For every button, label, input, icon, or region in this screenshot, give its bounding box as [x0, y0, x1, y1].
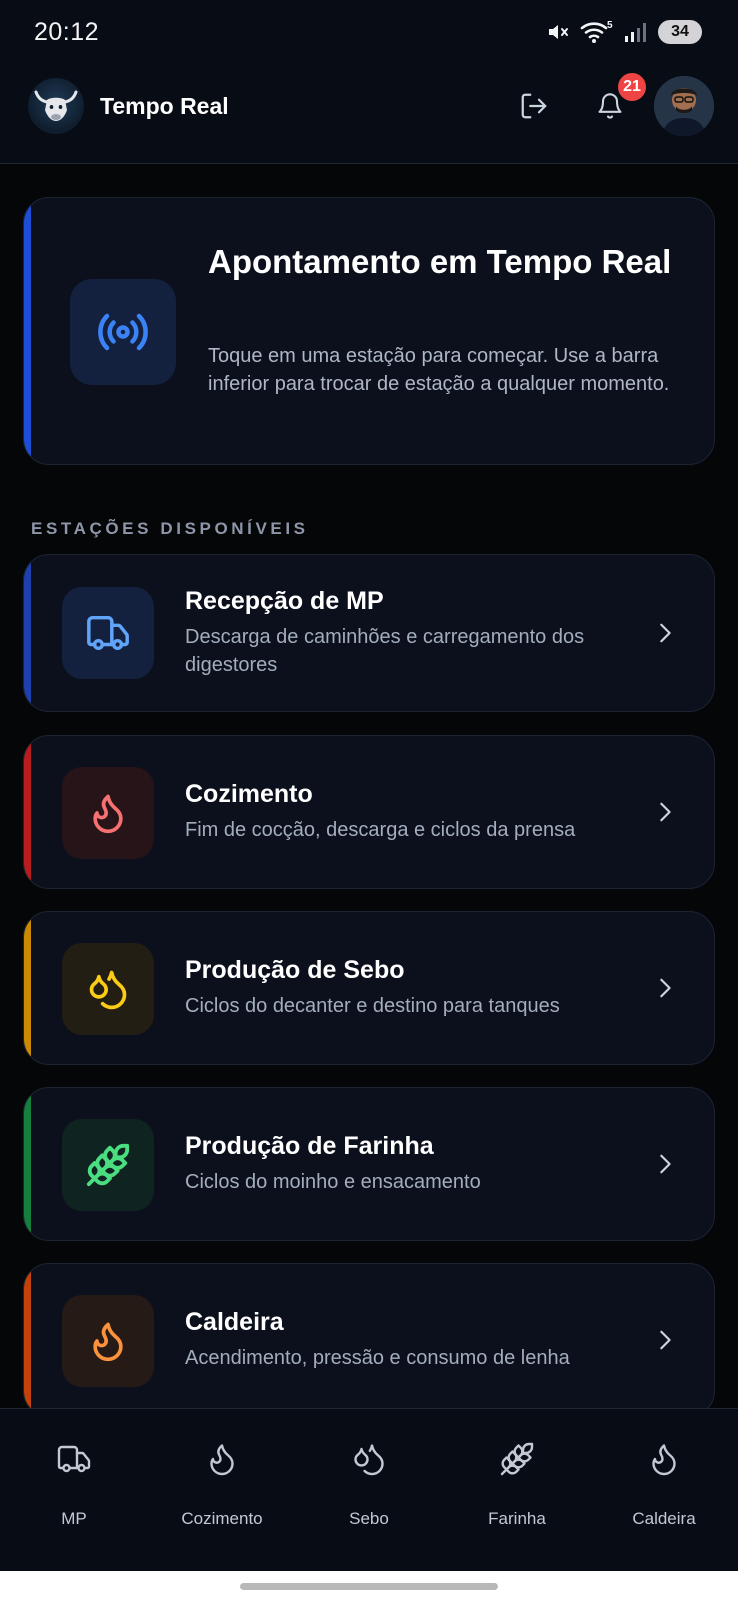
hero-card: Apontamento em Tempo Real Toque em uma e… [23, 197, 715, 465]
chevron-right-icon [660, 1154, 671, 1174]
nav-item-mp[interactable]: MP [0, 1409, 148, 1572]
mute-icon [549, 25, 568, 39]
flame-icon [93, 794, 123, 834]
bottom-nav: MP Cozimento Sebo Farinha Caldeira [0, 1408, 738, 1571]
station-icon-tile [62, 943, 154, 1035]
app-header: Tempo Real 21 [0, 66, 738, 164]
nav-item-sebo[interactable]: Sebo [295, 1409, 443, 1572]
wifi-label: 5 [607, 20, 613, 31]
station-accent-bar [24, 1088, 31, 1240]
droplets-icon [89, 970, 127, 1010]
nav-item-caldeira[interactable]: Caldeira [590, 1409, 738, 1572]
station-accent-bar [24, 912, 31, 1064]
station-card-recepcao-mp[interactable]: Recepção de MP Descarga de caminhões e c… [23, 554, 715, 712]
truck-icon [87, 615, 129, 651]
nav-label: MP [61, 1509, 87, 1528]
nav-label: Caldeira [632, 1509, 696, 1528]
truck-icon [57, 1445, 91, 1473]
station-card-producao-sebo[interactable]: Produção de Sebo Ciclos do decanter e de… [23, 911, 715, 1065]
battery-indicator: 34 [658, 20, 702, 44]
wheat-icon [500, 1442, 534, 1476]
station-description: Acendimento, pressão e consumo de lenha [185, 1347, 570, 1369]
station-description: Fim de cocção, descarga e ciclos da pren… [185, 819, 576, 841]
station-card-caldeira[interactable]: Caldeira Acendimento, pressão e consumo … [23, 1263, 715, 1408]
wheat-icon [86, 1143, 130, 1187]
station-icon-tile [62, 1295, 154, 1387]
station-icon-tile [62, 1119, 154, 1211]
page-title: Tempo Real [100, 93, 229, 119]
status-time: 20:12 [34, 18, 100, 46]
main-content[interactable]: Apontamento em Tempo Real Toque em uma e… [0, 164, 738, 1408]
system-nav-area [0, 1571, 738, 1600]
broadcast-icon [98, 313, 148, 351]
nav-label: Farinha [488, 1509, 546, 1528]
station-accent-bar [24, 736, 31, 888]
station-title: Caldeira [185, 1308, 284, 1336]
chevron-right-icon [660, 978, 671, 998]
flame-icon [93, 1322, 123, 1362]
station-description: Ciclos do decanter e destino para tanque… [185, 995, 560, 1017]
avatar[interactable] [654, 76, 714, 136]
station-title: Produção de Sebo [185, 956, 405, 984]
nav-label: Cozimento [181, 1509, 263, 1528]
station-accent-bar [24, 555, 31, 711]
status-icons: 5 34 [546, 19, 702, 45]
station-card-producao-farinha[interactable]: Produção de Farinha Ciclos do moinho e e… [23, 1087, 715, 1241]
nav-item-cozimento[interactable]: Cozimento [148, 1409, 296, 1572]
hero-description: Toque em uma estação para começar. Use a… [208, 345, 670, 395]
chevron-right-icon [660, 623, 671, 643]
station-title: Produção de Farinha [185, 1132, 434, 1160]
station-icon-tile [62, 767, 154, 859]
section-label: ESTAÇÕES DISPONÍVEIS [31, 519, 309, 538]
logout-icon [521, 93, 547, 119]
flame-icon [210, 1444, 234, 1476]
hero-icon-tile [70, 279, 176, 385]
logout-button[interactable] [516, 88, 552, 124]
hero-title: Apontamento em Tempo Real [208, 243, 672, 280]
station-description: Descarga de caminhões e carregamento dos… [185, 626, 585, 676]
station-icon-tile [62, 587, 154, 679]
station-title: Cozimento [185, 780, 313, 808]
station-card-cozimento[interactable]: Cozimento Fim de cocção, descarga e cicl… [23, 735, 715, 889]
nav-item-farinha[interactable]: Farinha [443, 1409, 591, 1572]
status-bar: 20:12 5 34 [0, 0, 738, 66]
chevron-right-icon [660, 1330, 671, 1350]
chevron-right-icon [660, 802, 671, 822]
signal-icon [625, 23, 646, 42]
nav-label: Sebo [349, 1509, 389, 1528]
notification-badge: 21 [616, 71, 648, 103]
home-indicator[interactable] [240, 1583, 498, 1590]
station-title: Recepção de MP [185, 587, 384, 615]
station-accent-bar [24, 1264, 31, 1408]
station-description: Ciclos do moinho e ensacamento [185, 1171, 481, 1193]
droplets-icon [354, 1444, 384, 1476]
hero-accent-bar [24, 198, 31, 464]
bull-logo-icon [28, 78, 84, 134]
wifi-icon: 5 [580, 20, 613, 43]
flame-icon [652, 1444, 676, 1476]
